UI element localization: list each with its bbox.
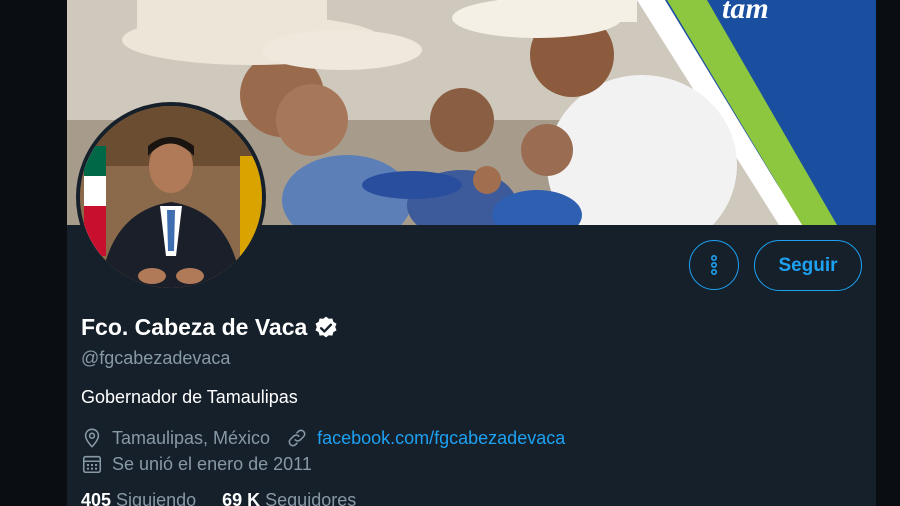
joined-item: Se unió el enero de 2011	[81, 453, 312, 475]
profile-bio: Gobernador de Tamaulipas	[81, 387, 298, 407]
avatar-photo	[80, 106, 262, 288]
followers-count: 69 K	[222, 490, 261, 506]
location-text: Tamaulipas, México	[112, 427, 271, 448]
location-item: Tamaulipas, México	[81, 427, 270, 449]
profile-joined-row: Se unió el enero de 2011	[81, 453, 328, 475]
banner-brand-text: tam	[722, 0, 769, 25]
joined-text: Se unió el enero de 2011	[112, 453, 312, 474]
right-sidebar-edge	[876, 0, 900, 506]
link-icon	[288, 429, 306, 447]
followers-label: Seguidores	[265, 490, 357, 506]
following-stat[interactable]: 405 Siguiendo	[81, 490, 196, 506]
left-sidebar-edge	[0, 0, 67, 506]
profile-handle: @fgcabezadevaca	[81, 348, 231, 368]
more-vertical-icon	[711, 254, 718, 276]
profile-stats: 405 Siguiendo 69 K Seguidores	[81, 490, 382, 506]
website-link[interactable]: facebook.com/fgcabezadevaca	[317, 428, 565, 449]
profile-column: tam Seguir Fco. Cabeza de Vaca @fgcabeza…	[67, 0, 876, 506]
more-options-button[interactable]	[689, 240, 739, 290]
profile-name-row: Fco. Cabeza de Vaca	[81, 314, 339, 341]
following-label: Siguiendo	[116, 490, 197, 506]
verified-badge-icon	[313, 315, 339, 341]
following-count: 405	[81, 490, 112, 506]
display-name: Fco. Cabeza de Vaca	[81, 314, 308, 340]
follow-button-label: Seguir	[778, 254, 838, 276]
follow-button[interactable]: Seguir	[754, 240, 862, 291]
profile-meta-row: Tamaulipas, México facebook.com/fgcabeza…	[81, 427, 581, 449]
avatar[interactable]	[76, 102, 266, 292]
followers-stat[interactable]: 69 K Seguidores	[222, 490, 356, 506]
website-item: facebook.com/fgcabezadevaca	[286, 427, 565, 449]
calendar-icon	[82, 455, 102, 474]
location-pin-icon	[84, 428, 100, 448]
